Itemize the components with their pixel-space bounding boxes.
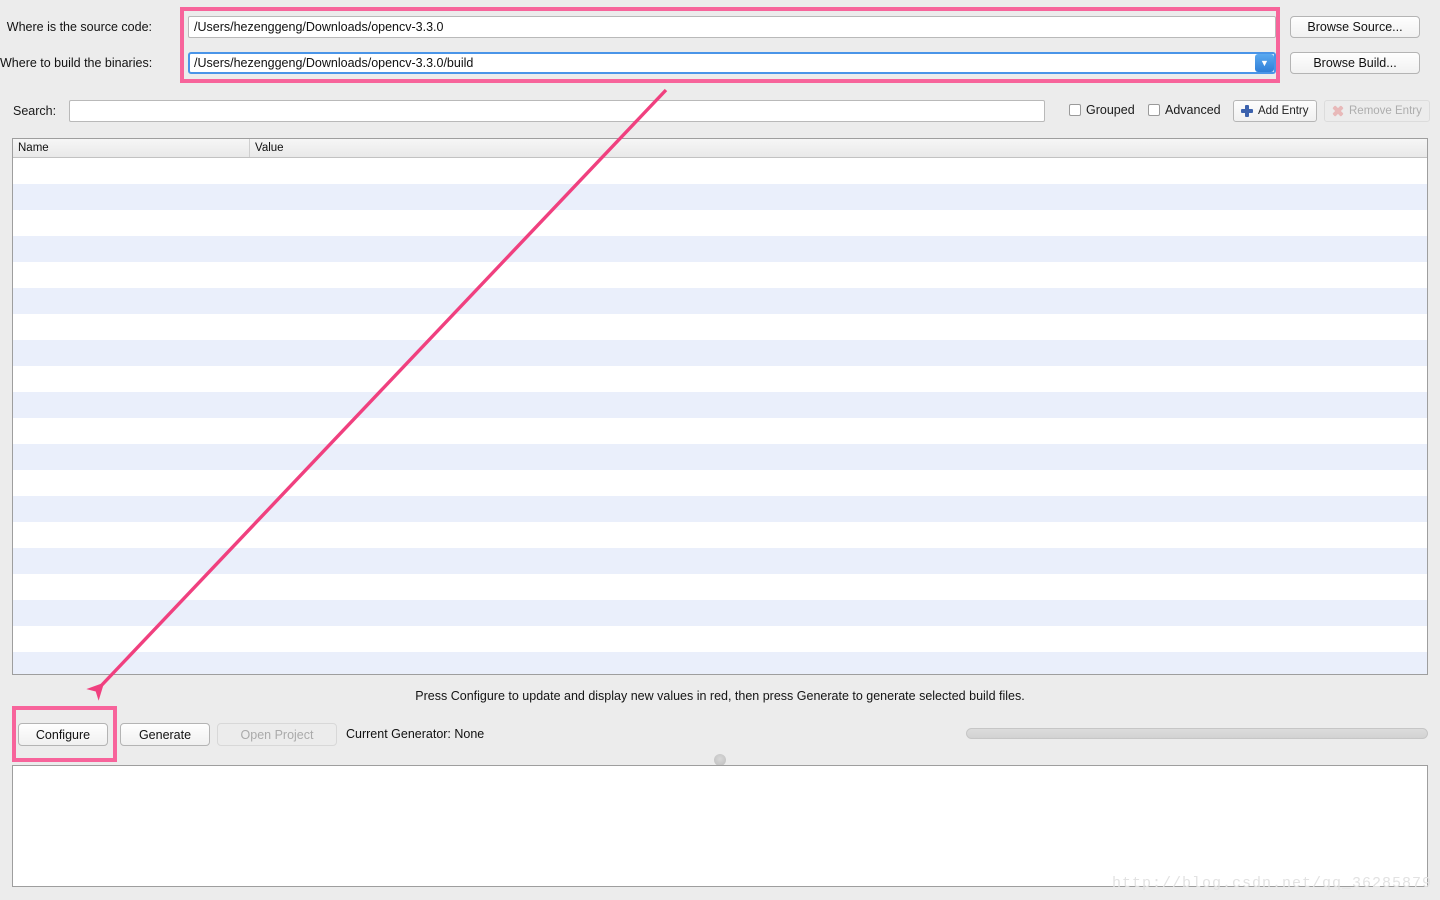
search-input[interactable] — [69, 100, 1045, 122]
table-row[interactable] — [13, 340, 1427, 366]
advanced-label: Advanced — [1165, 103, 1221, 117]
generate-button[interactable]: Generate — [120, 723, 210, 746]
column-header-name[interactable]: Name — [13, 139, 250, 157]
table-row[interactable] — [13, 314, 1427, 340]
build-path-combobox[interactable]: /Users/hezenggeng/Downloads/opencv-3.3.0… — [188, 52, 1276, 74]
table-row[interactable] — [13, 444, 1427, 470]
plus-icon — [1241, 105, 1253, 117]
search-row: Search: Grouped Advanced Add Entry Remov… — [0, 100, 1440, 124]
table-row[interactable] — [13, 262, 1427, 288]
column-header-value[interactable]: Value — [250, 139, 1427, 157]
cache-entries-table[interactable]: Name Value — [12, 138, 1428, 675]
add-entry-label: Add Entry — [1258, 105, 1309, 117]
source-path-label: Where is the source code: — [6, 20, 152, 34]
table-row[interactable] — [13, 496, 1427, 522]
build-path-input[interactable]: /Users/hezenggeng/Downloads/opencv-3.3.0… — [190, 56, 1255, 70]
remove-entry-button: Remove Entry — [1324, 100, 1430, 122]
table-row[interactable] — [13, 158, 1427, 184]
table-row[interactable] — [13, 236, 1427, 262]
table-row[interactable] — [13, 600, 1427, 626]
search-label: Search: — [13, 104, 57, 118]
table-row[interactable] — [13, 392, 1427, 418]
table-row[interactable] — [13, 184, 1427, 210]
build-path-label: Where to build the binaries: — [0, 56, 153, 70]
chevron-down-icon[interactable]: ▼ — [1255, 54, 1274, 72]
grouped-label: Grouped — [1086, 103, 1135, 117]
output-log-panel[interactable] — [12, 765, 1428, 887]
advanced-checkbox-box[interactable] — [1148, 104, 1160, 116]
table-row[interactable] — [13, 574, 1427, 600]
table-header: Name Value — [13, 139, 1427, 158]
table-row[interactable] — [13, 626, 1427, 652]
table-row[interactable] — [13, 470, 1427, 496]
x-icon — [1332, 105, 1344, 117]
source-path-input[interactable]: /Users/hezenggeng/Downloads/opencv-3.3.0 — [188, 16, 1276, 38]
hint-text: Press Configure to update and display ne… — [415, 689, 1025, 703]
add-entry-button[interactable]: Add Entry — [1233, 100, 1317, 122]
browse-build-button[interactable]: Browse Build... — [1290, 52, 1420, 74]
table-row[interactable] — [13, 288, 1427, 314]
grouped-checkbox[interactable]: Grouped — [1069, 103, 1135, 117]
current-generator-label: Current Generator: None — [346, 727, 485, 741]
watermark-text: http://blog.csdn.net/qq_36285879 — [1111, 875, 1432, 892]
table-row[interactable] — [13, 366, 1427, 392]
table-row[interactable] — [13, 548, 1427, 574]
table-row[interactable] — [13, 652, 1427, 674]
action-button-row: Configure Generate Open Project Current … — [0, 723, 1440, 747]
table-row[interactable] — [13, 418, 1427, 444]
remove-entry-label: Remove Entry — [1349, 105, 1422, 117]
source-path-row: Where is the source code: /Users/hezengg… — [0, 14, 1440, 40]
table-row[interactable] — [13, 210, 1427, 236]
configure-button[interactable]: Configure — [18, 723, 108, 746]
grouped-checkbox-box[interactable] — [1069, 104, 1081, 116]
browse-source-button[interactable]: Browse Source... — [1290, 16, 1420, 38]
advanced-checkbox[interactable]: Advanced — [1148, 103, 1221, 117]
build-path-row: Where to build the binaries: /Users/heze… — [0, 50, 1440, 76]
progress-bar — [966, 728, 1428, 739]
table-body — [13, 158, 1427, 674]
table-row[interactable] — [13, 522, 1427, 548]
open-project-button: Open Project — [217, 723, 337, 746]
